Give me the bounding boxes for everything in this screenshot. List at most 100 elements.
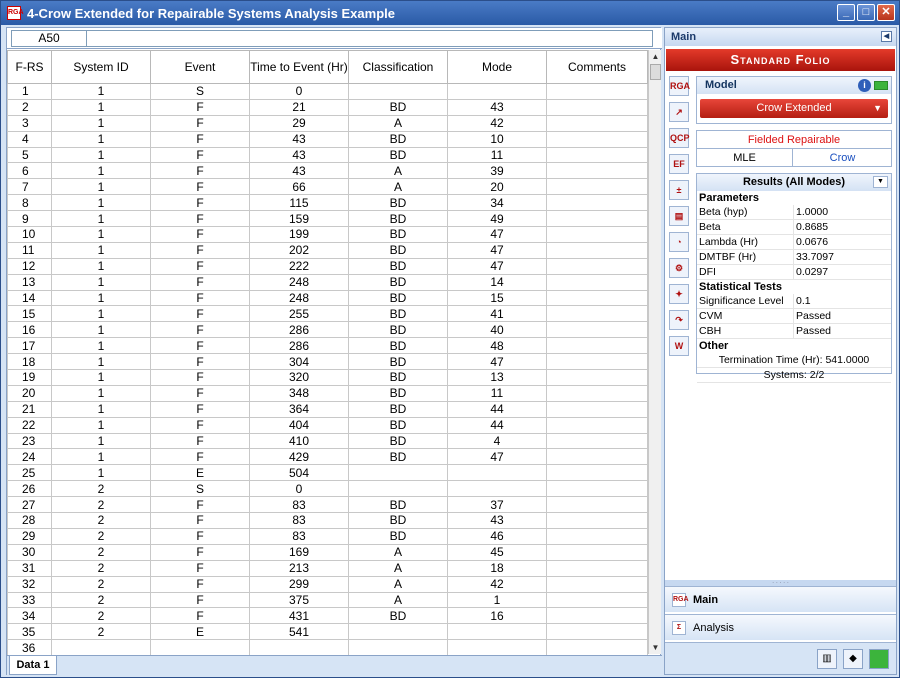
table-cell[interactable] (348, 639, 448, 657)
table-cell[interactable] (546, 98, 648, 116)
table-cell[interactable]: 1 (51, 241, 151, 259)
table-cell[interactable]: A (348, 178, 448, 196)
table-cell[interactable]: S (150, 480, 250, 498)
column-header[interactable]: Event (150, 50, 250, 84)
table-cell[interactable]: 20 (447, 178, 547, 196)
row-number[interactable]: 16 (7, 321, 52, 339)
nav-main[interactable]: RGA Main (665, 586, 896, 612)
table-cell[interactable]: 43 (447, 512, 547, 529)
table-cell[interactable] (447, 83, 547, 100)
table-cell[interactable]: 222 (249, 257, 349, 275)
table-cell[interactable] (546, 527, 648, 545)
table-cell[interactable] (150, 639, 250, 657)
table-cell[interactable]: 1 (51, 305, 151, 323)
table-cell[interactable] (546, 83, 648, 100)
table-cell[interactable]: 320 (249, 369, 349, 386)
table-cell[interactable]: 39 (447, 162, 547, 180)
table-cell[interactable]: BD (348, 512, 448, 529)
row-number[interactable]: 2 (7, 98, 52, 116)
table-cell[interactable]: BD (348, 210, 448, 228)
table-cell[interactable]: BD (348, 305, 448, 323)
table-cell[interactable] (447, 480, 547, 498)
table-cell[interactable]: 1 (51, 400, 151, 418)
table-cell[interactable]: BD (348, 607, 448, 625)
table-cell[interactable]: F (150, 591, 250, 609)
table-cell[interactable]: 1 (51, 464, 151, 482)
table-cell[interactable]: 43 (249, 146, 349, 164)
table-cell[interactable]: BD (348, 448, 448, 466)
row-number[interactable]: 7 (7, 178, 52, 196)
table-cell[interactable]: 1 (51, 273, 151, 291)
table-cell[interactable] (546, 146, 648, 164)
table-cell[interactable] (546, 639, 648, 657)
row-number[interactable]: 6 (7, 162, 52, 180)
table-cell[interactable] (546, 130, 648, 148)
table-cell[interactable]: 0 (249, 480, 349, 498)
table-cell[interactable]: 348 (249, 384, 349, 402)
table-cell[interactable]: 248 (249, 273, 349, 291)
table-cell[interactable]: A (348, 559, 448, 577)
table-cell[interactable]: BD (348, 527, 448, 545)
table-cell[interactable]: 46 (447, 527, 547, 545)
table-cell[interactable]: 541 (249, 623, 349, 641)
scroll-up-icon[interactable]: ▲ (649, 50, 662, 63)
table-cell[interactable]: 47 (447, 241, 547, 259)
table-cell[interactable] (447, 464, 547, 482)
table-cell[interactable] (546, 353, 648, 371)
gauge-icon[interactable]: ◔ (669, 232, 689, 252)
table-cell[interactable]: F (150, 130, 250, 148)
table-cell[interactable] (546, 114, 648, 132)
table-cell[interactable]: 286 (249, 321, 349, 339)
table-cell[interactable] (546, 257, 648, 275)
nav-analysis[interactable]: Σ Analysis (665, 614, 896, 640)
table-cell[interactable]: 1 (51, 432, 151, 450)
column-header[interactable]: System ID (51, 50, 151, 84)
table-cell[interactable]: 2 (51, 607, 151, 625)
table-cell[interactable]: 47 (447, 257, 547, 275)
table-cell[interactable]: 47 (447, 226, 547, 243)
table-cell[interactable]: F (150, 98, 250, 116)
table-cell[interactable]: 248 (249, 289, 349, 307)
table-cell[interactable]: F (150, 400, 250, 418)
rga-icon[interactable]: RGA (669, 76, 690, 96)
table-cell[interactable]: 1 (51, 384, 151, 402)
maximize-button[interactable]: □ (857, 4, 875, 21)
table-cell[interactable]: BD (348, 432, 448, 450)
table-cell[interactable]: 2 (51, 575, 151, 593)
table-cell[interactable] (546, 432, 648, 450)
table-cell[interactable]: 431 (249, 607, 349, 625)
table-cell[interactable]: F (150, 384, 250, 402)
ef-icon[interactable]: EF (669, 154, 689, 174)
table-cell[interactable]: 1 (51, 321, 151, 339)
table-cell[interactable]: 1 (51, 162, 151, 180)
cell-reference-box[interactable]: A50 (11, 30, 87, 47)
table-cell[interactable]: 1 (51, 289, 151, 307)
scroll-down-icon[interactable]: ▼ (649, 641, 662, 654)
table-cell[interactable]: A (348, 162, 448, 180)
table-cell[interactable] (546, 575, 648, 593)
table-cell[interactable]: S (150, 83, 250, 100)
table-cell[interactable] (546, 623, 648, 641)
table-cell[interactable]: 48 (447, 337, 547, 355)
table-cell[interactable]: F (150, 527, 250, 545)
table-cell[interactable]: 2 (51, 527, 151, 545)
diamond-tool-icon[interactable]: ◆ (843, 649, 863, 669)
table-cell[interactable]: 2 (51, 512, 151, 529)
table-cell[interactable] (546, 162, 648, 180)
vertical-scrollbar[interactable]: ▲ ▼ (648, 50, 661, 654)
table-cell[interactable]: BD (348, 353, 448, 371)
qcp-icon[interactable]: QCP (669, 128, 690, 148)
table-cell[interactable]: A (348, 114, 448, 132)
table-cell[interactable]: 37 (447, 496, 547, 514)
table-cell[interactable]: BD (348, 241, 448, 259)
row-number[interactable]: 30 (7, 543, 52, 561)
table-cell[interactable] (546, 448, 648, 466)
table-cell[interactable]: F (150, 289, 250, 307)
table-cell[interactable]: F (150, 337, 250, 355)
table-cell[interactable]: 41 (447, 305, 547, 323)
calculate-icon[interactable] (869, 649, 889, 669)
row-number[interactable]: 31 (7, 559, 52, 577)
row-number[interactable]: 18 (7, 353, 52, 371)
table-cell[interactable]: 2 (51, 623, 151, 641)
table-cell[interactable]: A (348, 575, 448, 593)
